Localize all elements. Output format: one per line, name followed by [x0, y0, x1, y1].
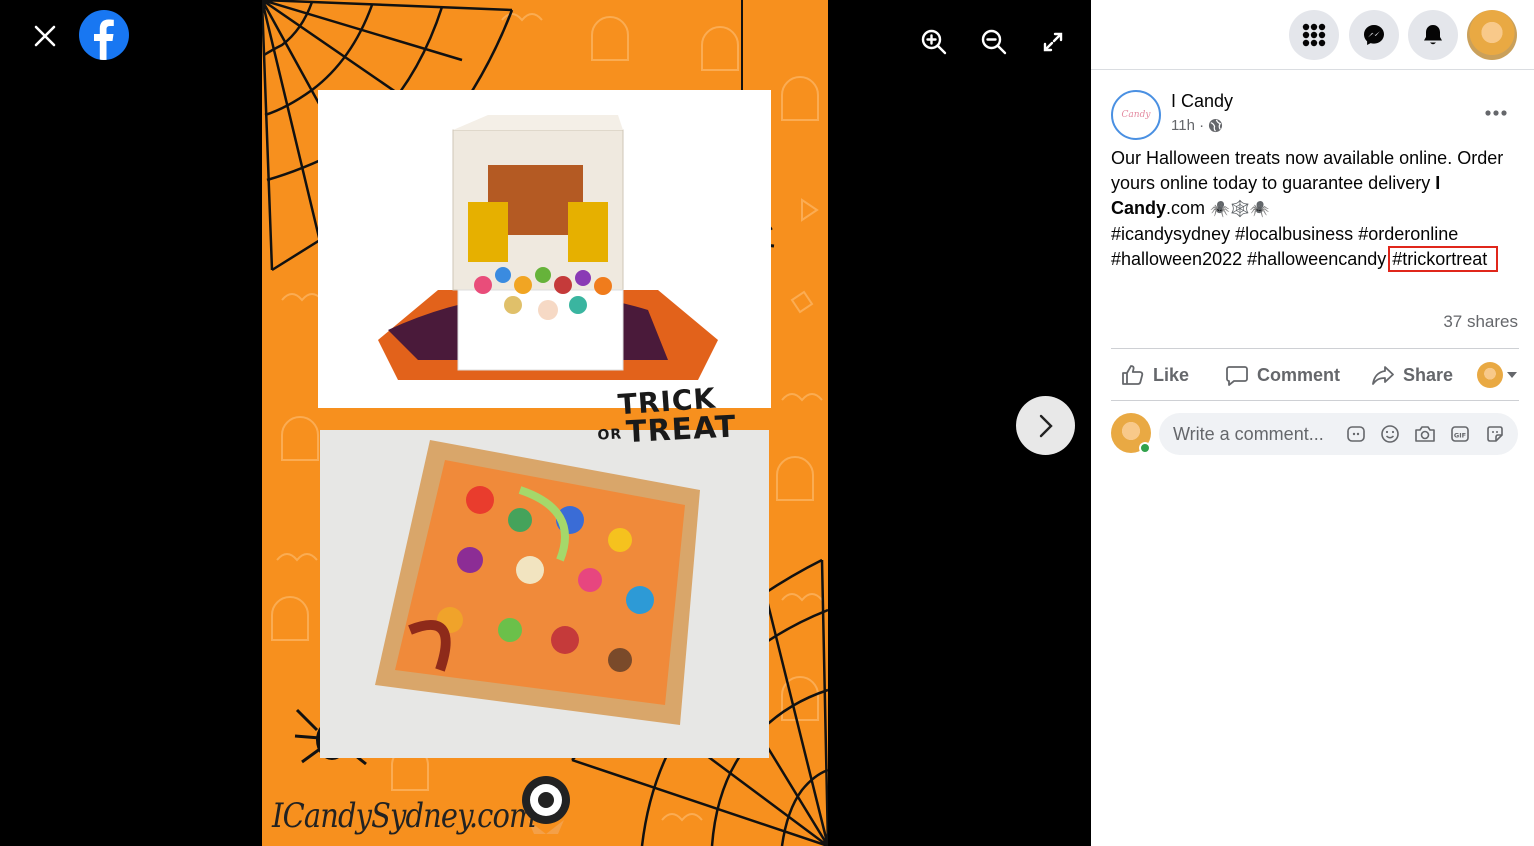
comment-composer: Write a comment... GIF	[1111, 411, 1521, 457]
avatar-sticker-button[interactable]	[1345, 423, 1367, 445]
chevron-right-icon	[1039, 414, 1053, 437]
facebook-logo-icon[interactable]	[79, 10, 129, 60]
caret-down-icon[interactable]	[1507, 372, 1517, 378]
photo-viewer: TRICK ORTREAT ICandySydney.com	[0, 0, 1091, 846]
zoom-in-button[interactable]	[914, 22, 954, 62]
camera-button[interactable]	[1414, 423, 1436, 445]
post-message: Our Halloween treats now available onlin…	[1111, 146, 1526, 272]
page-avatar[interactable]: Candy	[1111, 90, 1161, 140]
hashtag-link[interactable]: #halloween2022	[1111, 249, 1242, 269]
notifications-icon	[1424, 25, 1442, 45]
share-arrow-icon	[1372, 366, 1394, 385]
notifications-button[interactable]	[1408, 10, 1458, 60]
comment-button[interactable]: Comment	[1225, 356, 1340, 394]
sticker-button[interactable]	[1484, 423, 1506, 445]
zoom-out-icon	[981, 29, 1007, 55]
post-emojis: 🕷️🕸️🕷️	[1210, 201, 1270, 218]
post-time[interactable]: 11h ·	[1171, 117, 1204, 134]
camera-icon	[1415, 426, 1435, 442]
zoom-out-button[interactable]	[974, 22, 1014, 62]
menu-grid-icon	[1302, 23, 1326, 47]
share-button[interactable]: Share	[1371, 356, 1453, 394]
badge-or: OR	[597, 425, 623, 444]
account-avatar[interactable]	[1467, 10, 1517, 60]
fullscreen-icon	[1043, 32, 1063, 52]
post-options-button[interactable]	[1479, 96, 1513, 130]
candy-box-photo	[318, 90, 771, 408]
comment-bubble-icon	[1226, 366, 1248, 386]
share-count[interactable]: 37 shares	[1443, 312, 1518, 332]
close-icon	[34, 25, 56, 47]
fullscreen-button[interactable]	[1033, 22, 1073, 62]
hashtag-link[interactable]: #localbusiness	[1235, 224, 1353, 244]
thumbs-up-icon	[1122, 365, 1144, 385]
post-header: Candy I Candy 11h ·	[1111, 90, 1521, 142]
gif-button[interactable]: GIF	[1449, 423, 1471, 445]
emoji-button[interactable]	[1379, 423, 1401, 445]
trick-or-treat-graphic: TRICK ORTREAT	[592, 382, 742, 451]
comment-placeholder: Write a comment...	[1173, 424, 1324, 444]
hashtag-link-highlighted[interactable]: #trickortreat	[1388, 246, 1499, 272]
avatar-sticker-icon	[1347, 426, 1365, 442]
image-watermark: ICandySydney.com	[272, 796, 536, 836]
zoom-in-icon	[921, 29, 947, 55]
hashtag-link[interactable]: #icandysydney	[1111, 224, 1230, 244]
next-photo-button[interactable]	[1016, 396, 1075, 455]
badge-line-2: TREAT	[625, 409, 738, 451]
like-button[interactable]: Like	[1121, 356, 1189, 394]
post-panel: Candy I Candy 11h · Our Halloween treats…	[1091, 0, 1534, 846]
menu-button[interactable]	[1289, 10, 1339, 60]
emoji-icon	[1381, 425, 1399, 443]
online-status-indicator	[1139, 442, 1151, 454]
comment-label: Comment	[1257, 364, 1341, 385]
sticker-icon	[1487, 426, 1503, 442]
top-navigation	[1091, 0, 1534, 70]
messenger-button[interactable]	[1349, 10, 1399, 60]
messenger-icon	[1364, 25, 1384, 45]
page-avatar-logo: Candy	[1121, 110, 1151, 120]
globe-icon	[1209, 118, 1223, 133]
close-button[interactable]	[26, 17, 64, 55]
more-horizontal-icon	[1485, 110, 1507, 116]
post-body-text: Our Halloween treats now available onlin…	[1111, 148, 1504, 193]
post-photo: TRICK ORTREAT ICandySydney.com	[262, 0, 828, 846]
like-label: Like	[1153, 364, 1190, 385]
post-actions: Like Comment Share	[1111, 350, 1521, 400]
gif-icon: GIF	[1451, 426, 1469, 442]
post-meta: 11h ·	[1171, 117, 1223, 134]
post-link-suffix: .com	[1166, 198, 1206, 218]
hashtag-link[interactable]: #halloweencandy	[1247, 249, 1386, 269]
reaction-profile-avatar[interactable]	[1477, 362, 1503, 388]
comment-input[interactable]: Write a comment... GIF	[1159, 413, 1518, 455]
share-label: Share	[1403, 364, 1454, 385]
candy-tray-photo	[320, 430, 769, 758]
page-name-link[interactable]: I Candy	[1171, 91, 1233, 112]
divider	[1111, 348, 1519, 349]
svg-text:GIF: GIF	[1454, 432, 1466, 440]
hashtag-link[interactable]: #orderonline	[1358, 224, 1458, 244]
divider	[1111, 400, 1519, 401]
